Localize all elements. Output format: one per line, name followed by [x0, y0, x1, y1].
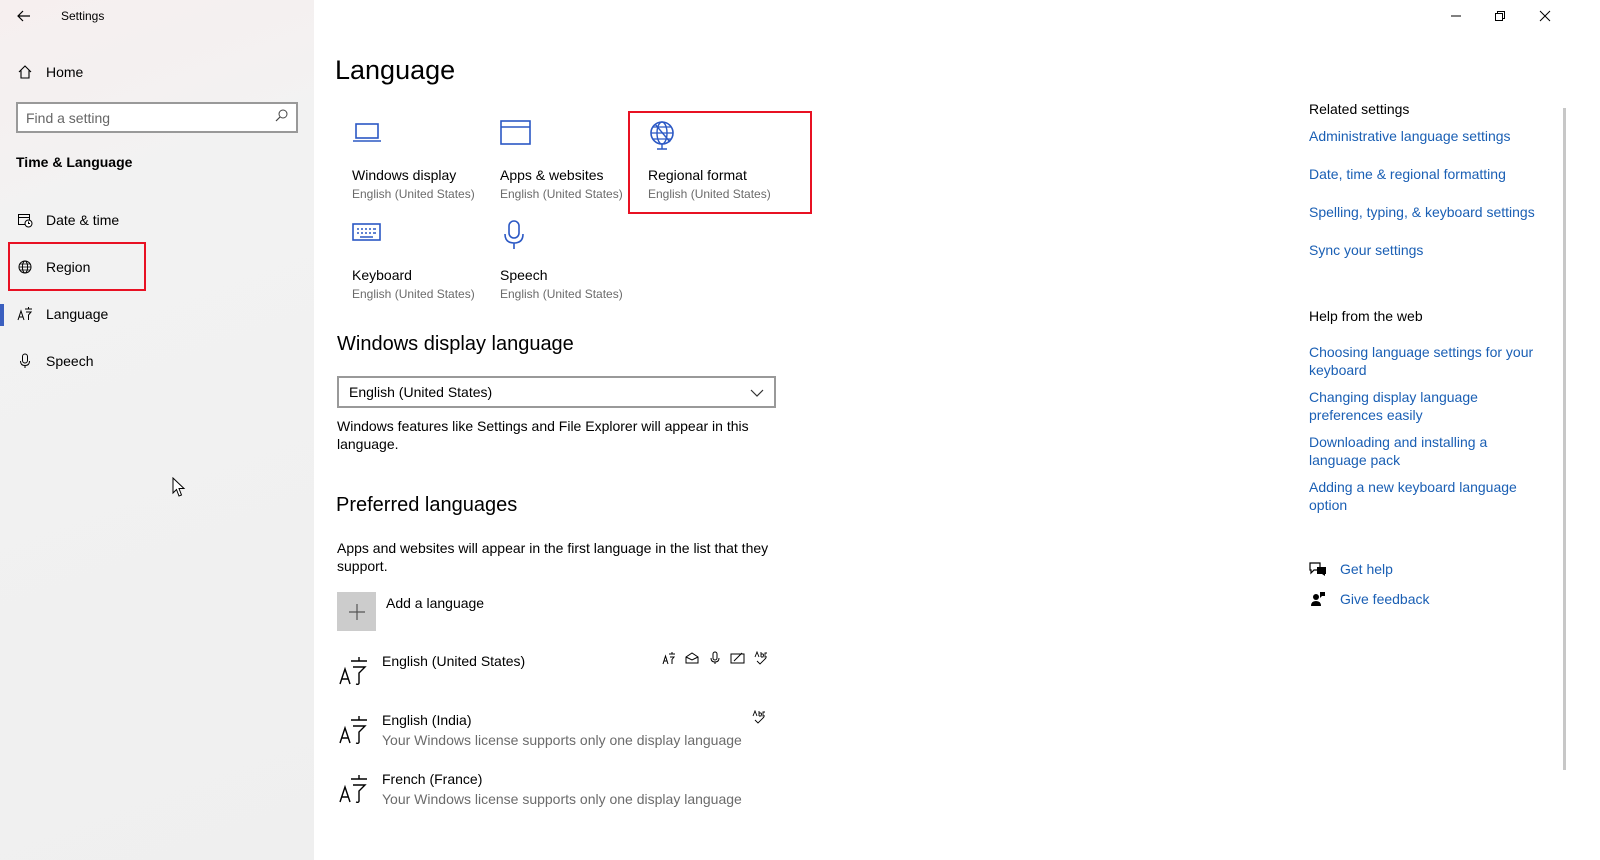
help-web-heading: Help from the web	[1309, 308, 1423, 324]
get-help-label: Get help	[1340, 561, 1393, 577]
plus-icon	[337, 592, 376, 631]
get-help-link[interactable]: Get help	[1309, 560, 1393, 578]
related-settings-heading: Related settings	[1309, 101, 1410, 117]
microphone-icon	[500, 220, 534, 254]
preferred-languages-description: Apps and websites will appear in the fir…	[337, 540, 769, 574]
microphone-feature-icon	[706, 649, 723, 666]
preferred-languages-heading: Preferred languages	[336, 494, 518, 516]
active-indicator	[0, 304, 4, 326]
list-item-language[interactable]: English (United States)	[338, 650, 778, 705]
tile-name: Keyboard	[352, 267, 412, 283]
language-icon	[16, 305, 34, 323]
home-icon	[16, 63, 34, 81]
add-language-label: Add a language	[386, 595, 485, 611]
language-features	[660, 649, 769, 666]
get-help-icon	[1309, 560, 1327, 578]
display-language-feature-icon	[660, 649, 677, 666]
tile-keyboard[interactable]: Keyboard English (United States)	[352, 220, 492, 310]
spellcheck-feature-icon	[750, 708, 767, 725]
link-sync-settings[interactable]: Sync your settings	[1309, 241, 1539, 259]
section-title: Time & Language	[16, 154, 133, 170]
spellcheck-feature-icon	[752, 649, 769, 666]
link-admin-language[interactable]: Administrative language settings	[1309, 127, 1539, 145]
link-help-keyboard-option[interactable]: Adding a new keyboard language option	[1309, 478, 1539, 514]
close-icon	[1539, 10, 1551, 22]
scrollbar[interactable]	[1563, 108, 1566, 770]
sidebar-item-language[interactable]: Language	[16, 302, 108, 326]
tile-name: Apps & websites	[500, 167, 604, 183]
tile-name: Speech	[500, 267, 548, 283]
nav-home[interactable]: Home	[16, 60, 83, 84]
language-note: Your Windows license supports only one d…	[382, 791, 742, 807]
minimize-button[interactable]	[1433, 4, 1479, 28]
feedback-icon	[1309, 590, 1327, 608]
link-help-display-language[interactable]: Changing display language preferences ea…	[1309, 388, 1539, 424]
microphone-icon	[16, 352, 34, 370]
language-icon	[338, 714, 372, 745]
laptop-icon	[352, 120, 386, 154]
handwriting-feature-icon	[729, 649, 746, 666]
language-features	[750, 708, 767, 725]
restore-button[interactable]	[1477, 4, 1523, 28]
list-item-language[interactable]: English (India) Your Windows license sup…	[338, 709, 778, 764]
display-language-select[interactable]: English (United States)	[337, 376, 776, 408]
highlight-box-region	[8, 242, 146, 291]
link-date-time-regional[interactable]: Date, time & regional formatting	[1309, 165, 1539, 183]
window-icon	[500, 120, 534, 154]
mouse-cursor-icon	[172, 476, 186, 503]
tile-sub: English (United States)	[500, 287, 623, 301]
tile-sub: English (United States)	[352, 287, 475, 301]
back-arrow-icon[interactable]	[14, 6, 34, 26]
list-item-language[interactable]: French (France) Your Windows license sup…	[338, 771, 778, 823]
page-title: Language	[335, 55, 456, 85]
sidebar-item-label: Speech	[46, 353, 94, 369]
sidebar-item-speech[interactable]: Speech	[16, 349, 93, 373]
highlight-box-regional-format	[628, 111, 812, 214]
sidebar: Settings Home Time & Language Date & tim…	[0, 0, 314, 860]
tile-apps-websites[interactable]: Apps & websites English (United States)	[500, 120, 640, 210]
nav-home-label: Home	[46, 64, 84, 80]
speech-feature-icon	[683, 649, 700, 666]
give-feedback-label: Give feedback	[1340, 591, 1430, 607]
link-spelling-typing[interactable]: Spelling, typing, & keyboard settings	[1309, 203, 1539, 221]
language-name: English (United States)	[382, 653, 526, 669]
language-name: English (India)	[382, 712, 472, 728]
close-button[interactable]	[1522, 4, 1568, 28]
keyboard-icon	[352, 220, 386, 254]
search-icon[interactable]	[275, 109, 288, 127]
display-language-description: Windows features like Settings and File …	[337, 418, 749, 452]
search-input[interactable]	[26, 109, 275, 126]
display-language-heading: Windows display language	[337, 333, 574, 355]
sidebar-item-label: Date & time	[46, 212, 120, 228]
display-language-value: English (United States)	[349, 384, 493, 400]
sidebar-item-label: Language	[46, 306, 109, 322]
language-note: Your Windows license supports only one d…	[382, 732, 742, 748]
sidebar-item-date-time[interactable]: Date & time	[16, 208, 119, 232]
tile-windows-display[interactable]: Windows display English (United States)	[352, 120, 492, 210]
tile-sub: English (United States)	[500, 187, 623, 201]
tile-sub: English (United States)	[352, 187, 475, 201]
link-help-keyboard[interactable]: Choosing language settings for your keyb…	[1309, 343, 1539, 379]
language-name: French (France)	[382, 771, 483, 787]
chevron-down-icon	[750, 384, 764, 400]
restore-icon	[1495, 11, 1505, 21]
language-icon	[338, 655, 372, 686]
calendar-clock-icon	[16, 211, 34, 229]
app-title: Settings	[61, 9, 105, 23]
give-feedback-link[interactable]: Give feedback	[1309, 590, 1430, 608]
language-icon	[338, 773, 372, 804]
search-box[interactable]	[16, 102, 298, 133]
link-help-language-pack[interactable]: Downloading and installing a language pa…	[1309, 433, 1539, 469]
tile-speech[interactable]: Speech English (United States)	[500, 220, 640, 310]
add-language-button[interactable]: Add a language	[337, 592, 484, 631]
tile-name: Windows display	[352, 167, 457, 183]
minimize-icon	[1451, 15, 1461, 17]
